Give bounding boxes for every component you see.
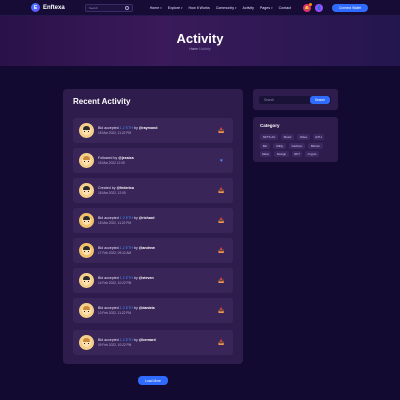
page-title: Activity [176,31,224,46]
activity-user-link[interactable]: @bernard [139,338,156,342]
avatar [79,183,94,198]
nav-item-home[interactable]: Home▾ [150,6,162,10]
category-tag[interactable]: Utility [273,143,286,149]
activity-user-link[interactable]: @daniela [139,306,155,310]
top-navbar: E Enftexa Search Home▾ Explore▾ How It W… [0,0,400,16]
activity-item[interactable]: Bid accepted 1.2 ETH by @steven 14 Feb 2… [73,268,233,293]
breadcrumb: Home / Activity [189,47,211,51]
heart-icon: ♥ [220,157,223,164]
breadcrumb-current: Activity [200,47,211,51]
activity-title: Recent Activity [73,97,131,106]
activity-item[interactable]: Bid accepted 1.2 ETH by @daniela 10 Feb … [73,298,233,323]
activity-user-link[interactable]: @jessica [118,156,134,160]
nav-item-pages[interactable]: Pages▾ [260,6,273,10]
breadcrumb-home[interactable]: Home [189,47,198,51]
activity-time: 14 Feb 2022, 10:22 PM [98,281,132,286]
nav-item-explore[interactable]: Explore▾ [168,6,183,10]
category-tag[interactable]: Music [281,134,294,140]
bid-icon: 📥 [218,247,225,254]
header-search-placeholder: Search [88,5,99,10]
bell-icon[interactable]: 🔔 [303,2,312,12]
activity-item[interactable]: Bid accepted 1.2 ETH by @raymond 18 Mar … [73,118,233,143]
avatar [79,123,94,138]
activity-user-link[interactable]: @raymond [139,126,158,130]
category-tag[interactable]: Crypto [305,151,319,157]
avatar [79,243,94,258]
category-tag[interactable]: Fashion [289,143,305,149]
category-tag[interactable]: NFTS Art [260,134,278,140]
avatar [79,213,94,228]
avatar [79,153,94,168]
header-actions: 🔔 👤 Connect Wallet [303,2,400,12]
connect-wallet-button[interactable]: Connect Wallet [332,3,368,12]
brand-name: Enftexa [43,4,65,11]
activity-time: 18 Mar 2022 12:05 [98,161,125,166]
activity-time: 18 Mar 2022, 12:05 [98,191,126,196]
avatar [79,303,94,318]
nav-item-community[interactable]: Community▾ [216,6,237,10]
activity-item[interactable]: Bid accepted 1.2 ETH by @richard 18 Mar … [73,208,233,233]
activity-time: 17 Feb 2022, 09:12 AM [98,251,132,256]
category-tag[interactable]: Bitcoin [308,143,323,149]
bid-icon: 📥 [218,307,225,314]
chevron-down-icon: ▾ [235,5,237,10]
sidebar-search-button[interactable]: Search [310,96,330,104]
nav-item-how-it-works[interactable]: How It Works [189,6,210,10]
chevron-down-icon: ▾ [271,5,273,10]
category-tag[interactable]: Meta [260,151,271,157]
nav-item-contact[interactable]: Contact [279,6,291,10]
activity-time: 18 Mar 2022, 11:22 PM [98,131,132,136]
chevron-down-icon: ▾ [160,5,162,10]
bid-icon: 📥 [218,127,225,134]
activity-item[interactable]: Followed by @jessica 18 Mar 2022 12:05 ♥ [73,148,233,173]
bid-icon: 📥 [218,339,225,346]
brand-logo[interactable]: E Enftexa [31,3,65,12]
activity-item[interactable]: Created by @federica 18 Mar 2022, 12:05 … [73,178,233,203]
bid-icon: 📥 [218,277,225,284]
category-tag[interactable]: NFT [292,151,302,157]
main-nav: Home▾ Explore▾ How It Works Community▾ A… [150,6,291,10]
nav-item-activity[interactable]: Activity [243,6,254,10]
activity-user-link[interactable]: @andrew [139,246,155,250]
notification-badge [309,2,312,6]
category-tag[interactable]: Design [274,151,289,157]
search-icon[interactable] [124,5,129,10]
category-tag[interactable]: ETH [313,134,324,140]
activity-time: 09 Feb 2022, 10:22 PM [98,343,132,348]
bid-icon: 📥 [218,187,225,194]
bid-icon: 📥 [218,217,225,224]
logo-icon: E [31,3,40,12]
header-search-input[interactable]: Search [84,3,133,12]
chevron-down-icon: ▾ [180,5,183,10]
activity-time: 18 Mar 2022, 11:22 PM [98,221,132,226]
activity-user-link[interactable]: @federica [117,186,134,190]
activity-item[interactable]: Bid accepted 1.2 ETH by @andrew 17 Feb 2… [73,238,233,263]
user-icon[interactable]: 👤 [315,3,323,12]
activity-user-link[interactable]: @richard [139,216,155,220]
activity-item[interactable]: Bid accepted 1.2 ETH by @bernard 09 Feb … [73,330,233,355]
category-tag[interactable]: Video [297,134,310,140]
avatar [79,273,94,288]
activity-time: 10 Feb 2022, 11:22 PM [98,311,132,316]
activity-user-link[interactable]: @steven [139,276,154,280]
category-title: Category [260,123,280,128]
avatar [79,335,94,350]
category-tag[interactable]: Btc [260,143,270,149]
load-more-button[interactable]: Load More [138,376,168,385]
